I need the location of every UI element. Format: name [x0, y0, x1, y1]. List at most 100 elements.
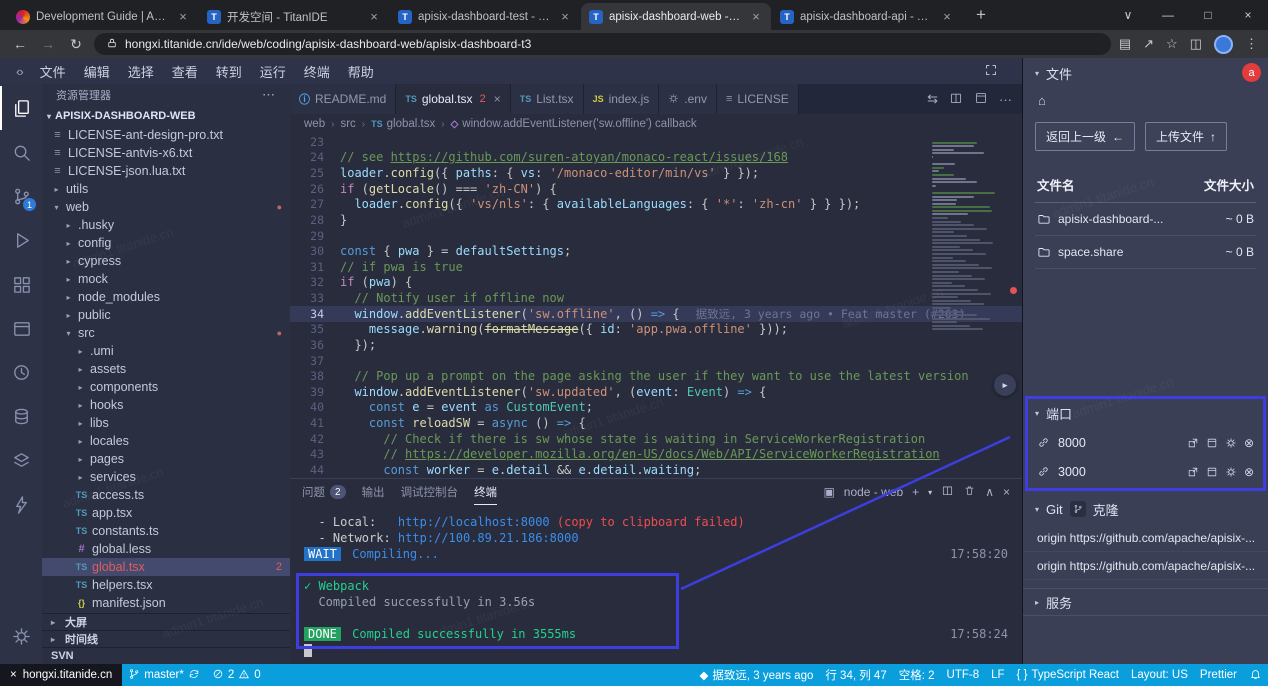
close-tab-icon[interactable]: ×: [367, 9, 381, 24]
home-icon[interactable]: ⌂: [1023, 88, 1268, 112]
tree-item-access.ts[interactable]: TSaccess.ts: [42, 486, 290, 504]
browser-tab[interactable]: Development Guide | Apache×: [8, 3, 198, 30]
tab-tools-icon[interactable]: ▤: [1119, 36, 1131, 52]
activity-explorer[interactable]: [0, 86, 42, 130]
close-panel-icon[interactable]: ×: [1003, 485, 1010, 499]
sidebar-section-SVN[interactable]: SVN: [42, 647, 290, 664]
share-icon[interactable]: ↗: [1143, 36, 1154, 52]
tree-item-pages[interactable]: ▸pages: [42, 450, 290, 468]
more-actions-icon[interactable]: ···: [999, 92, 1012, 107]
file-row-space.share[interactable]: space.share~ 0 B: [1035, 236, 1256, 269]
breadcrumb-segment[interactable]: web: [304, 118, 325, 130]
tree-item-mock[interactable]: ▸mock: [42, 270, 290, 288]
terminal-output[interactable]: - Local: http://localhost:8000 (copy to …: [290, 505, 1022, 669]
formatter-indicator[interactable]: Prettier: [1194, 664, 1243, 686]
layout-indicator[interactable]: Layout: US: [1125, 664, 1194, 686]
sidebar-section-大屏[interactable]: ▸大屏: [42, 613, 290, 630]
minimize-icon[interactable]: —: [1148, 8, 1188, 22]
tree-item-app.tsx[interactable]: TSapp.tsx: [42, 504, 290, 522]
open-changes-icon[interactable]: ⇆: [927, 91, 938, 107]
tree-item-locales[interactable]: ▸locales: [42, 432, 290, 450]
port-row-8000[interactable]: 8000⊗: [1023, 428, 1268, 457]
close-tab-icon[interactable]: ×: [176, 9, 190, 24]
split-terminal-icon[interactable]: [941, 484, 954, 500]
branch-indicator[interactable]: master*: [122, 664, 206, 686]
tree-item-manifest.json[interactable]: {}manifest.json: [42, 594, 290, 612]
menu-查看[interactable]: 查看: [163, 62, 207, 81]
terminal-tab-输出[interactable]: 输出: [362, 479, 385, 505]
activity-source-control[interactable]: 1: [0, 174, 42, 218]
tree-item-LICENSE-ant-design-pro.txt[interactable]: ≡LICENSE-ant-design-pro.txt: [42, 126, 290, 144]
browser-tab[interactable]: Tapisix-dashboard-api - TitanID×: [772, 3, 962, 30]
breadcrumb-segment[interactable]: TSglobal.tsx: [371, 118, 435, 130]
tree-item-cypress[interactable]: ▸cypress: [42, 252, 290, 270]
close-tab-icon[interactable]: ×: [558, 9, 572, 24]
cursor-position[interactable]: 行 34, 列 47: [819, 664, 892, 686]
indentation-indicator[interactable]: 空格: 2: [893, 664, 941, 686]
editor-tab-List.tsx[interactable]: TSList.tsx: [511, 84, 584, 114]
remote-indicator[interactable]: × hongxi.titanide.cn: [0, 664, 122, 686]
editor-tab-index.js[interactable]: JSindex.js: [584, 84, 660, 114]
files-section-header[interactable]: ▾ 文件: [1023, 58, 1268, 88]
terminal-tab-问题[interactable]: 问题2: [302, 479, 346, 505]
fullscreen-icon[interactable]: [984, 63, 998, 80]
menu-文件[interactable]: 文件: [31, 62, 75, 81]
terminal-tab-终端[interactable]: 终端: [474, 479, 497, 505]
browser-tab[interactable]: T开发空间 - TitanIDE×: [199, 3, 389, 30]
split-screen-icon[interactable]: ◫: [1190, 36, 1202, 52]
menu-终端[interactable]: 终端: [295, 62, 339, 81]
terminal-tab-调试控制台[interactable]: 调试控制台: [401, 479, 459, 505]
browser-tab[interactable]: Tapisix-dashboard-web - Titan×: [581, 3, 771, 30]
profile-avatar[interactable]: [1214, 35, 1233, 54]
kill-terminal-icon[interactable]: [963, 484, 976, 500]
project-root[interactable]: ▾ APISIX-DASHBOARD-WEB: [42, 106, 290, 126]
stop-port-icon[interactable]: ⊗: [1244, 465, 1254, 479]
maximize-icon[interactable]: □: [1188, 8, 1228, 22]
activity-run-debug[interactable]: [0, 218, 42, 262]
activity-database[interactable]: [0, 394, 42, 438]
activity-remote-explorer[interactable]: [0, 306, 42, 350]
tree-item-.umi[interactable]: ▸.umi: [42, 342, 290, 360]
eol-indicator[interactable]: LF: [985, 664, 1010, 686]
activity-timeline-view[interactable]: [0, 350, 42, 394]
tree-item-.husky[interactable]: ▸.husky: [42, 216, 290, 234]
split-editor-icon[interactable]: [949, 91, 963, 108]
tab-search-chevron-icon[interactable]: ∨: [1108, 8, 1148, 22]
tree-item-global.tsx[interactable]: TSglobal.tsx2: [42, 558, 290, 576]
new-tab-button[interactable]: +: [971, 5, 991, 25]
maximize-panel-icon[interactable]: ∧: [985, 485, 994, 499]
favorite-icon[interactable]: ☆: [1166, 36, 1178, 52]
tree-item-LICENSE-json.lua.txt[interactable]: ≡LICENSE-json.lua.txt: [42, 162, 290, 180]
menu-转到[interactable]: 转到: [207, 62, 251, 81]
activity-settings[interactable]: [0, 614, 42, 658]
tree-item-assets[interactable]: ▸assets: [42, 360, 290, 378]
activity-extensions[interactable]: [0, 262, 42, 306]
blame-indicator[interactable]: ◆ 据致远, 3 years ago: [694, 664, 820, 686]
encoding-indicator[interactable]: UTF-8: [941, 664, 986, 686]
ports-header[interactable]: ▾ 端口: [1023, 398, 1268, 428]
services-section[interactable]: ▸ 服务: [1023, 588, 1268, 616]
language-indicator[interactable]: { } TypeScript React: [1011, 664, 1125, 686]
activity-layers[interactable]: [0, 438, 42, 482]
editor-tab-LICENSE[interactable]: ≡LICENSE: [717, 84, 799, 114]
tree-item-services[interactable]: ▸services: [42, 468, 290, 486]
tree-item-utils[interactable]: ▸utils: [42, 180, 290, 198]
more-actions-icon[interactable]: ⋯: [262, 87, 276, 103]
close-window-icon[interactable]: ×: [1228, 8, 1268, 22]
git-remote[interactable]: origin https://github.com/apache/apisix-…: [1023, 552, 1268, 580]
menu-运行[interactable]: 运行: [251, 62, 295, 81]
menu-选择[interactable]: 选择: [119, 62, 163, 81]
stop-port-icon[interactable]: ⊗: [1244, 436, 1254, 450]
editor-tab-README.md[interactable]: ⓘREADME.md: [290, 84, 396, 114]
close-tab-icon[interactable]: ×: [494, 92, 501, 106]
code-editor[interactable]: 2324// see https://github.com/suren-atoy…: [290, 134, 1022, 478]
menu-帮助[interactable]: 帮助: [339, 62, 383, 81]
forward-icon[interactable]: →: [38, 36, 58, 52]
tree-item-components[interactable]: ▸components: [42, 378, 290, 396]
notifications-bell-icon[interactable]: [1243, 664, 1268, 686]
back-icon[interactable]: ←: [10, 36, 30, 52]
breadcrumb-segment[interactable]: ◇window.addEventListener('sw.offline') c…: [451, 118, 697, 130]
tree-item-hooks[interactable]: ▸hooks: [42, 396, 290, 414]
tree-item-LICENSE-antvis-x6.txt[interactable]: ≡LICENSE-antvis-x6.txt: [42, 144, 290, 162]
tree-item-public[interactable]: ▸public: [42, 306, 290, 324]
